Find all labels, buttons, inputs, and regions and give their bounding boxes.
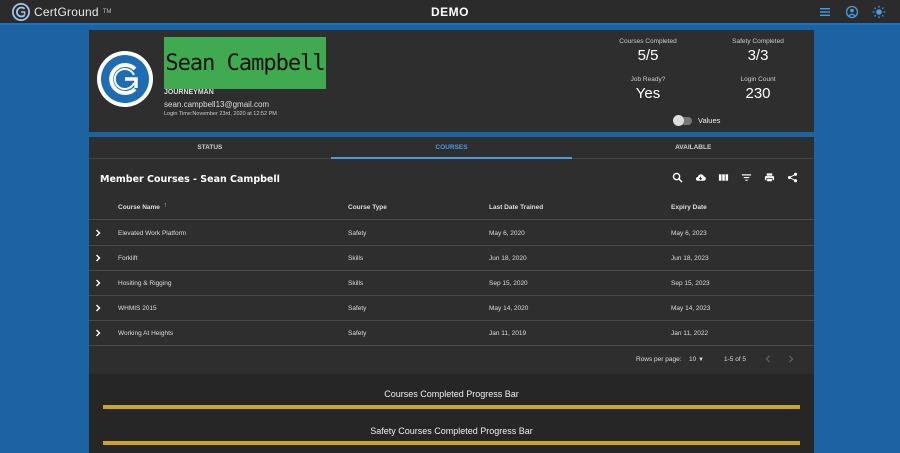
table-row[interactable]: Forklift Skills Jun 18, 2020 Jun 18, 202… — [89, 246, 814, 271]
table-title: Member Courses - Sean Campbell — [100, 174, 280, 185]
stat-job-ready: Job Ready? Yes — [593, 76, 703, 102]
rows-per-page-label: Rows per page: — [636, 356, 682, 363]
column-header-expiry-date[interactable]: Expiry Date — [671, 204, 707, 211]
courses-card: STATUS COURSES AVAILABLE Member Courses … — [89, 137, 814, 453]
safety-progress-bar — [103, 441, 800, 445]
rows-per-page-select[interactable]: 10 ▼ — [689, 356, 704, 363]
cell-expiry-date: Sep 15, 2023 — [671, 280, 710, 287]
values-toggle[interactable]: Values — [673, 114, 721, 126]
stat-value: 5/5 — [637, 47, 659, 64]
cell-course-type: Safety — [348, 230, 367, 237]
chevron-right-icon[interactable] — [94, 229, 102, 237]
search-icon[interactable] — [672, 172, 683, 183]
tab-status[interactable]: STATUS — [89, 137, 331, 158]
safety-progress-title: Safety Courses Completed Progress Bar — [370, 426, 533, 436]
cell-expiry-date: Jun 18, 2023 — [671, 255, 709, 262]
cell-course-type: Skills — [348, 280, 364, 287]
cell-last-date-trained: May 6, 2020 — [489, 230, 525, 237]
member-name: Sean Campbell — [165, 50, 325, 76]
progress-section: Courses Completed Progress Bar Safety Co… — [89, 374, 814, 453]
share-icon[interactable] — [787, 172, 798, 183]
rows-per-page-value: 10 — [689, 356, 697, 363]
stat-label: Job Ready? — [630, 76, 666, 83]
table-row[interactable]: Working At Heights Safety Jan 11, 2019 J… — [89, 321, 814, 346]
page-range: 1-5 of 5 — [724, 356, 747, 363]
top-app-bar: CertGround TM DEMO — [0, 0, 900, 25]
stat-login-count: Login Count 230 — [703, 76, 813, 102]
tab-courses[interactable]: COURSES — [330, 137, 573, 159]
cell-last-date-trained: Sep 15, 2020 — [489, 280, 528, 287]
sort-ascending-icon: ↑ — [163, 202, 168, 209]
menu-icon[interactable] — [818, 5, 832, 19]
courses-progress-title: Courses Completed Progress Bar — [384, 389, 519, 399]
column-header-course-name[interactable]: Course Name ↑ — [118, 202, 168, 211]
cell-expiry-date: Jan 11, 2022 — [671, 330, 709, 337]
cell-course-name: Hositing & Rigging — [118, 280, 172, 287]
member-rank: JOURNEYMAN — [164, 89, 214, 96]
cell-last-date-trained: Jan 11, 2019 — [489, 330, 527, 337]
print-icon[interactable] — [764, 172, 775, 183]
profile-card: Sean Campbell JOURNEYMAN sean.campbell13… — [89, 30, 814, 132]
table-pagination: Rows per page: 10 ▼ 1-5 of 5 — [89, 352, 814, 372]
cell-expiry-date: May 14, 2023 — [671, 305, 711, 312]
table-row[interactable]: Elevated Work Platform Safety May 6, 202… — [89, 221, 814, 246]
previous-page-icon[interactable] — [764, 355, 772, 363]
member-email: sean.campbell13@gmail.com — [164, 100, 270, 109]
chevron-right-icon[interactable] — [94, 329, 102, 337]
cell-last-date-trained: Jun 18, 2020 — [489, 255, 527, 262]
tab-bar: STATUS COURSES AVAILABLE — [89, 137, 814, 159]
cell-last-date-trained: May 14, 2020 — [489, 305, 529, 312]
column-header-label: Course Name — [118, 204, 160, 211]
view-columns-icon[interactable] — [718, 172, 729, 183]
values-toggle-label: Values — [698, 116, 721, 125]
courses-progress-bar — [103, 405, 800, 409]
column-header-last-date-trained[interactable]: Last Date Trained — [489, 204, 543, 211]
table-row[interactable]: Hositing & Rigging Skills Sep 15, 2020 S… — [89, 271, 814, 296]
cell-course-name: Working At Heights — [118, 330, 174, 337]
page-title: DEMO — [431, 5, 469, 19]
filter-list-icon[interactable] — [741, 172, 752, 183]
cell-course-name: WHMIS 2015 — [118, 305, 157, 312]
stat-value: Yes — [635, 85, 661, 102]
stat-value: 230 — [745, 85, 771, 102]
avatar — [97, 51, 153, 107]
cell-course-name: Forklift — [118, 255, 138, 262]
cell-course-type: Safety — [348, 330, 367, 337]
stat-value: 3/3 — [747, 47, 769, 64]
tab-available[interactable]: AVAILABLE — [572, 137, 814, 158]
next-page-icon[interactable] — [787, 355, 795, 363]
chevron-right-icon[interactable] — [94, 279, 102, 287]
table-header: Course Name ↑ Course Type Last Date Trai… — [89, 195, 814, 220]
stat-safety-completed: Safety Completed 3/3 — [703, 38, 813, 64]
stat-label: Courses Completed — [619, 38, 677, 45]
table-row[interactable]: WHMIS 2015 Safety May 14, 2020 May 14, 2… — [89, 296, 814, 321]
stat-label: Safety Completed — [732, 38, 784, 45]
cell-expiry-date: May 6, 2023 — [671, 230, 707, 237]
cell-course-type: Skills — [348, 255, 364, 262]
stat-courses-completed: Courses Completed 5/5 — [593, 38, 703, 64]
member-name-highlight: Sean Campbell — [164, 37, 326, 89]
chevron-right-icon[interactable] — [94, 254, 102, 262]
account-icon[interactable] — [845, 5, 859, 19]
certground-avatar-icon — [98, 52, 152, 106]
cloud-download-icon[interactable] — [695, 172, 706, 183]
caret-down-icon: ▼ — [698, 357, 704, 363]
courses-progress-fill — [103, 405, 800, 409]
brightness-icon[interactable] — [872, 5, 886, 19]
chevron-right-icon[interactable] — [94, 304, 102, 312]
login-time: Login Time:November 23rd, 2020 at 12:52 … — [164, 111, 277, 117]
cell-course-name: Elevated Work Platform — [118, 230, 187, 237]
column-header-course-type[interactable]: Course Type — [348, 204, 387, 211]
cell-course-type: Safety — [348, 305, 367, 312]
stat-label: Login Count — [740, 76, 776, 83]
values-switch[interactable] — [673, 114, 692, 126]
table-toolbar — [672, 172, 798, 183]
safety-progress-fill — [103, 441, 800, 445]
